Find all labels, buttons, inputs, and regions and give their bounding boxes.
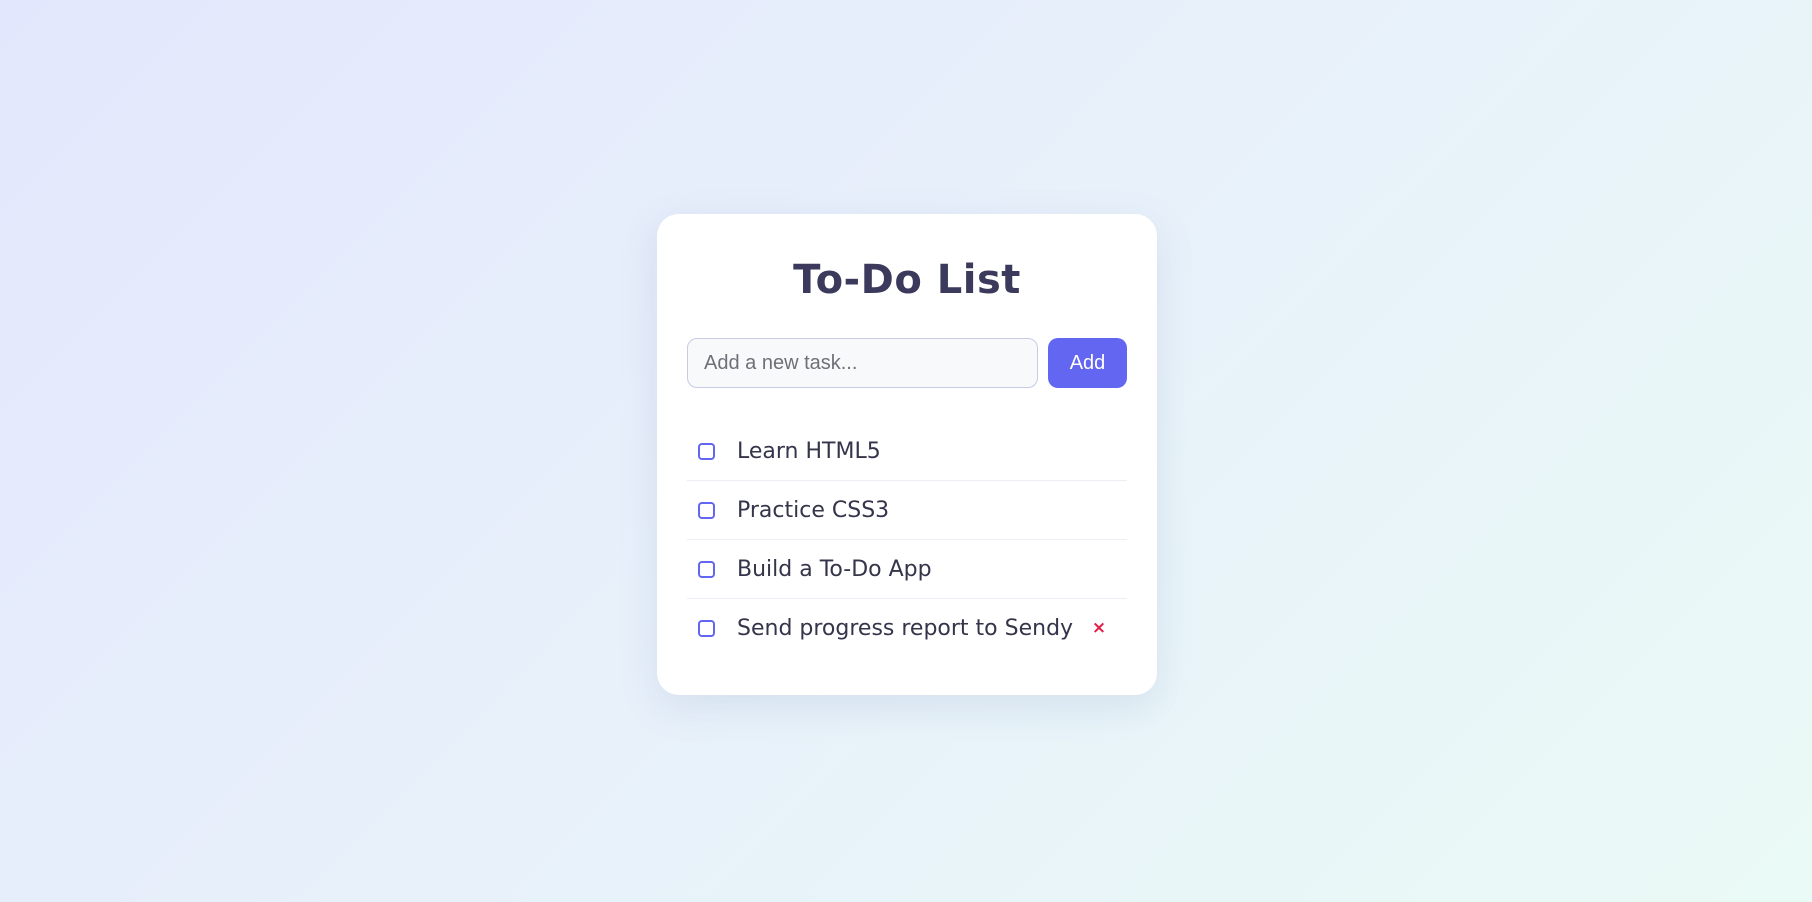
- task-label: Build a To-Do App: [737, 557, 932, 582]
- add-task-button[interactable]: Add: [1048, 338, 1127, 388]
- task-label: Learn HTML5: [737, 439, 881, 464]
- task-item: Build a To-Do App: [687, 540, 1127, 599]
- task-item: Send progress report to Sendy ×: [687, 599, 1127, 658]
- task-item: Learn HTML5: [687, 422, 1127, 481]
- page-title: To-Do List: [793, 257, 1021, 303]
- delete-task-close-icon[interactable]: ×: [1089, 616, 1109, 640]
- todo-card: To-Do List Add Learn HTML5 Practice CSS3…: [657, 214, 1157, 695]
- task-item: Practice CSS3: [687, 481, 1127, 540]
- task-checkbox[interactable]: [698, 502, 715, 519]
- task-list: Learn HTML5 Practice CSS3 Build a To-Do …: [687, 422, 1127, 658]
- task-label: Practice CSS3: [737, 498, 890, 523]
- task-checkbox[interactable]: [698, 620, 715, 637]
- task-checkbox[interactable]: [698, 443, 715, 460]
- new-task-input[interactable]: [687, 338, 1038, 388]
- task-label: Send progress report to Sendy: [737, 616, 1074, 641]
- task-checkbox[interactable]: [698, 561, 715, 578]
